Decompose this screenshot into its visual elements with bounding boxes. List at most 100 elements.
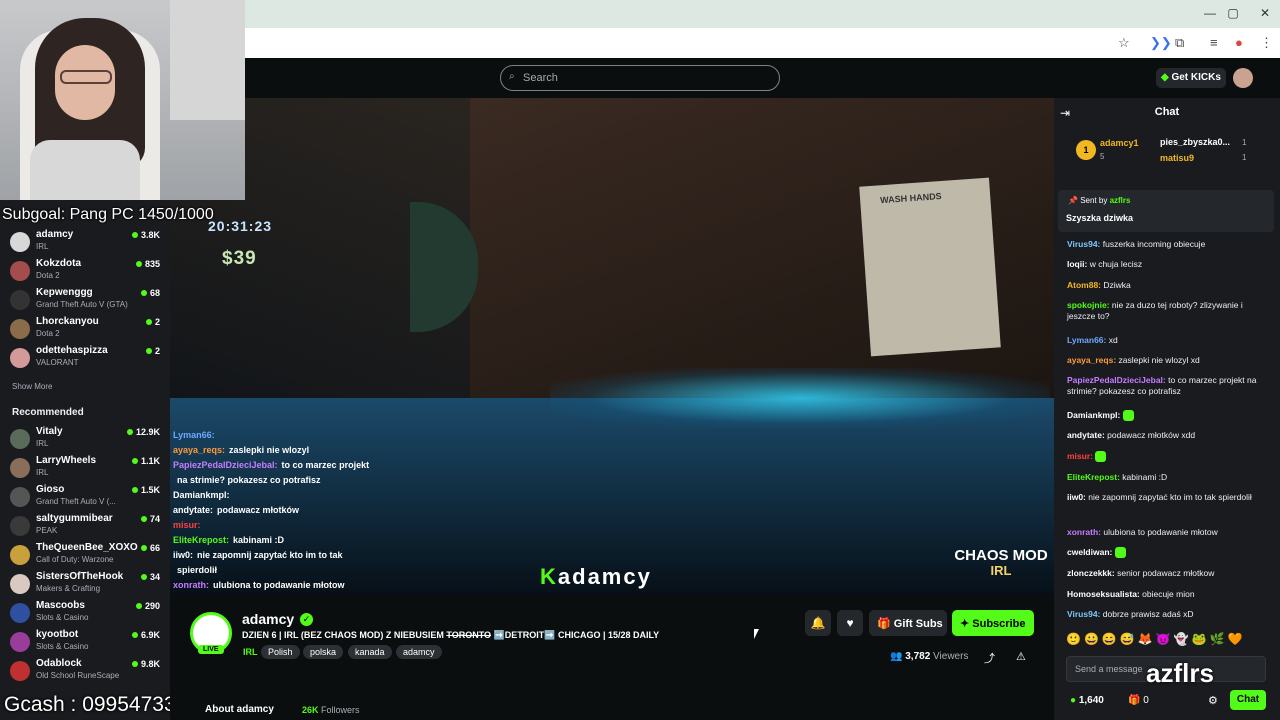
category-link[interactable]: IRL [243,647,258,657]
following-channel-item[interactable]: odettehaspizza VALORANT 2 [6,345,166,373]
chat-message[interactable]: misur: [1067,451,1267,463]
chat-settings-icon[interactable]: ⚙ [1208,694,1218,707]
recommended-channel-item[interactable]: TheQueenBee_XOXO Call of Duty: Warzone 66 [6,542,166,570]
channel-name: Odablock [36,658,82,669]
maximize-button[interactable]: ▢ [1223,6,1243,20]
chat-message[interactable]: Damiankmpl: [1067,410,1267,422]
recommended-channel-item[interactable]: LarryWheels IRL 1.1K [6,455,166,483]
channel-name: LarryWheels [36,455,97,466]
channel-category: Dota 2 [36,329,60,338]
share-icon[interactable]: ⤴ [984,650,995,666]
gifter-3-name[interactable]: matisu9 [1160,153,1194,163]
chat-message[interactable]: Virus94: fuszerka incoming obiecuje [1067,239,1267,250]
tab-search-icon[interactable]: ≡ [1210,35,1218,50]
profile-icon[interactable]: ● [1235,35,1243,50]
chat-message[interactable]: xonrath: ulubiona to podawanie młotow [1067,527,1267,538]
recommended-channel-item[interactable]: Gioso Grand Theft Auto V (... 1.5K [6,484,166,512]
chat-username[interactable]: Homoseksualista: [1067,589,1140,599]
extension-icon[interactable]: ❯❯ [1150,35,1172,51]
chat-username[interactable]: misur: [1067,451,1093,461]
chat-username[interactable]: xonrath: [1067,527,1101,537]
chat-message[interactable]: zlonczekkk: senior podawacz młotkow [1067,568,1267,579]
chat-message[interactable]: spokojnie: nie za duzo tej roboty? zlizy… [1067,300,1267,322]
chaos-mod-logo: CHAOS MOD IRL [954,548,1048,578]
recommended-channel-item[interactable]: saltygummibear PEAK 74 [6,513,166,541]
tag-chip[interactable]: polska [303,645,344,659]
gift-icon: 🎁 [877,618,894,630]
top-gifter-rank-badge: 1 [1076,140,1096,160]
gift-subs-button[interactable]: 🎁 Gift Subs [869,610,947,636]
chat-username[interactable]: spokojnie: [1067,300,1110,310]
chat-text: fuszerka incoming obiecuje [1102,239,1206,249]
following-channel-item[interactable]: Lhorckanyou Dota 2 2 [6,316,166,344]
search-input[interactable]: ⌕ Search [500,65,780,91]
following-channel-item[interactable]: Kepwenggg Grand Theft Auto V (GTA) 68 [6,287,166,315]
chat-username[interactable]: Atom88: [1067,280,1101,290]
send-chat-button[interactable]: Chat [1230,690,1266,710]
close-window-button[interactable]: ✕ [1255,6,1275,20]
show-more-link[interactable]: Show More [12,382,52,391]
channel-name: Lhorckanyou [36,316,99,327]
follow-heart-icon[interactable]: ♥ [837,610,863,636]
channel-viewers: 34 [141,572,160,582]
video-scene-light [550,368,1050,428]
extensions-puzzle-icon[interactable]: ⧉ [1175,35,1184,51]
tag-chip[interactable]: Polish [261,645,300,659]
tag-chip[interactable]: adamcy [396,645,442,659]
channel-category: Makers & Crafting [36,584,101,593]
chat-message[interactable]: EliteKrepost: kabinami :D [1067,472,1267,483]
chat-username[interactable]: cweldiwan: [1067,547,1112,557]
top-gifter-name[interactable]: adamcy1 [1100,138,1139,148]
address-bar[interactable]: ☆ ❯❯ ⧉ ≡ ● ⋮ [245,28,1280,58]
chat-message[interactable]: loqii: w chuja lecisz [1067,259,1267,270]
get-kicks-button[interactable]: ◆ Get KICKs [1156,68,1226,88]
chat-message[interactable]: andytate: podawacz młotków xdd [1067,430,1267,441]
user-avatar[interactable] [1233,68,1253,88]
video-player[interactable]: WASH HANDS [170,98,1054,594]
recommended-title: Recommended [12,407,84,418]
chat-message[interactable]: Lyman66: xd [1067,335,1267,346]
recommended-channel-item[interactable]: kyootbot Slots & Casino 6.9K [6,629,166,657]
report-icon[interactable]: ⚠ [1016,650,1026,663]
recommended-channel-item[interactable]: Mascoobs Slots & Casino 290 [6,600,166,628]
channel-category: Slots & Casino [36,642,89,651]
star-icon: ✦ [960,618,973,630]
tag-chip[interactable]: kanada [348,645,392,659]
recommended-channel-item[interactable]: Odablock Old School RuneScape 9.8K [6,658,166,686]
chat-username[interactable]: Virus94: [1067,239,1100,249]
emote-row[interactable]: 🙂😀😄😅🦊😈👻🐸🌿🧡 [1066,632,1266,650]
recommended-channel-item[interactable]: Vitaly IRL 12.9K [6,426,166,454]
followers-label: Followers [321,705,360,715]
chat-username[interactable]: zlonczekkk: [1067,568,1115,578]
recommended-channel-item[interactable]: SistersOfTheHook Makers & Crafting 34 [6,571,166,599]
chat-username[interactable]: andytate: [1067,430,1105,440]
chat-username[interactable]: Virus94: [1067,609,1100,619]
chat-message[interactable]: cweldiwan: [1067,547,1267,559]
chat-username[interactable]: Lyman66: [1067,335,1106,345]
channel-viewers: 1.1K [132,456,160,466]
chat-message[interactable]: PapiezPedalDzieciJebal: to co marzec pro… [1067,375,1267,397]
chat-username[interactable]: EliteKrepost: [1067,472,1120,482]
subscribe-button[interactable]: ✦ Subscribe [952,610,1034,636]
chat-username[interactable]: iiw0: [1067,492,1086,502]
chat-message[interactable]: ayaya_reqs: zaslepki nie wlozyl xd [1067,355,1267,366]
following-channel-item[interactable]: Kokzdota Dota 2 835 [6,258,166,286]
chat-message[interactable]: Homoseksualista: obiecuje mion [1067,589,1267,600]
chat-username[interactable]: loqii: [1067,259,1087,269]
minimize-button[interactable]: — [1200,6,1220,20]
following-channel-item[interactable]: adamcy IRL 3.8K [6,229,166,257]
channel-name[interactable]: adamcy [242,611,294,627]
chat-username[interactable]: Damiankmpl: [1067,410,1120,420]
bookmark-star-icon[interactable]: ☆ [1118,35,1130,51]
chat-message[interactable]: iiw0: nie zapomnij zapytać kto im to tak… [1067,492,1267,503]
overlay-chat-text: to co marzec projekt [281,460,370,470]
channel-viewers: 6.9K [132,630,160,640]
chat-message[interactable]: Virus94: dobrze prawisz adaś xD [1067,609,1267,620]
channel-viewers: 2 [146,317,160,327]
chat-username[interactable]: ayaya_reqs: [1067,355,1116,365]
gifter-2-name[interactable]: pies_zbyszka0... [1160,137,1230,147]
notification-bell-icon[interactable]: 🔔 [805,610,831,636]
chat-username[interactable]: PapiezPedalDzieciJebal: [1067,375,1166,385]
browser-menu-icon[interactable]: ⋮ [1260,35,1273,51]
chat-message[interactable]: Atom88: Dziwka [1067,280,1267,291]
